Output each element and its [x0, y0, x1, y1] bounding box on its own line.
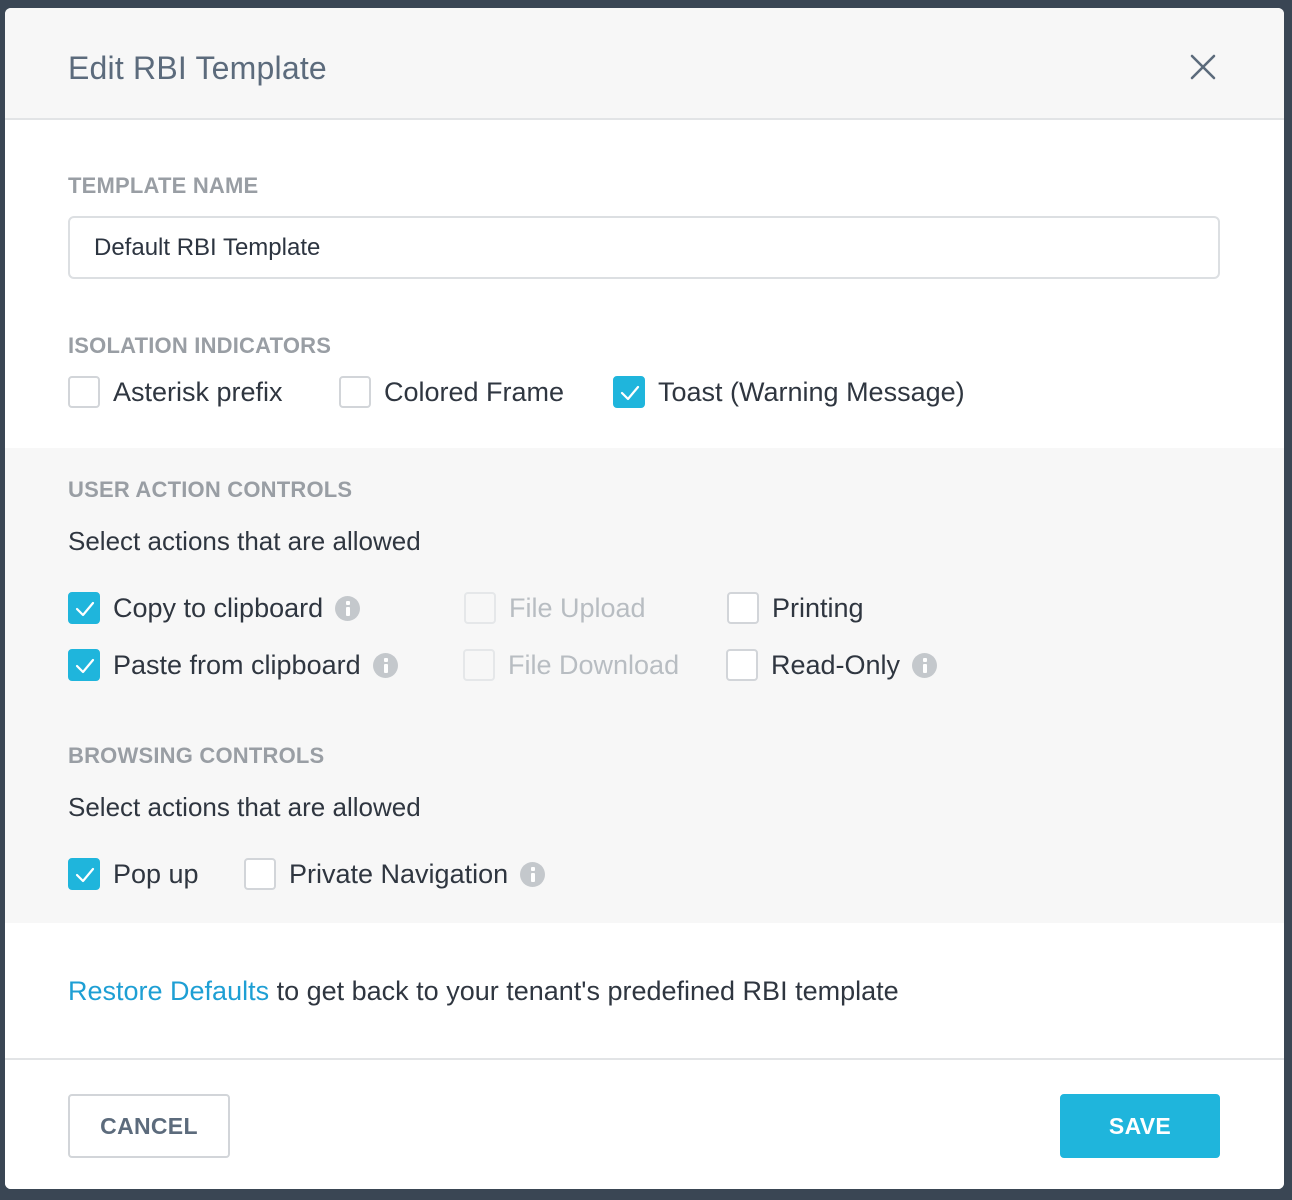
paste-from-clipboard-checkbox-box[interactable]: [68, 649, 100, 681]
info-icon[interactable]: [372, 652, 398, 678]
file-upload-label: File Upload: [509, 592, 646, 623]
toast-warning-label: Toast (Warning Message): [658, 376, 965, 407]
info-icon[interactable]: [520, 861, 546, 887]
paste-from-clipboard-checkbox[interactable]: Paste from clipboard: [68, 649, 398, 681]
browsing-controls-label: BROWSING CONTROLS: [68, 743, 325, 768]
dialog-footer: CANCEL SAVE: [5, 1058, 1284, 1189]
asterisk-prefix-checkbox-box[interactable]: [68, 376, 100, 408]
printing-checkbox-box[interactable]: [727, 592, 759, 624]
colored-frame-checkbox-box[interactable]: [339, 376, 371, 408]
restore-defaults-text: Restore Defaults to get back to your ten…: [68, 976, 899, 1007]
asterisk-prefix-checkbox[interactable]: Asterisk prefix: [68, 376, 283, 408]
template-name-label: TEMPLATE NAME: [68, 173, 259, 198]
checkmark-icon: [75, 601, 95, 617]
controls-panel: USER ACTION CONTROLS Select actions that…: [5, 448, 1284, 923]
read-only-label: Read-Only: [771, 649, 901, 680]
read-only-checkbox-box[interactable]: [726, 649, 758, 681]
file-upload-checkbox[interactable]: File Upload: [464, 592, 646, 624]
template-name-input[interactable]: [68, 216, 1220, 279]
pop-up-checkbox-box[interactable]: [68, 858, 100, 890]
pop-up-checkbox[interactable]: Pop up: [68, 858, 199, 890]
printing-label: Printing: [772, 592, 864, 623]
file-download-label: File Download: [508, 649, 680, 680]
file-upload-checkbox-box[interactable]: [464, 592, 496, 624]
user-action-controls-label: USER ACTION CONTROLS: [68, 477, 353, 502]
colored-frame-checkbox[interactable]: Colored Frame: [339, 376, 564, 408]
browsing-helper-text: Select actions that are allowed: [68, 792, 421, 822]
dialog-header: Edit RBI Template: [5, 8, 1284, 120]
user-action-helper-text: Select actions that are allowed: [68, 526, 421, 556]
edit-rbi-template-dialog: Edit RBI Template TEMPLATE NAME ISOLATIO…: [5, 8, 1284, 1189]
info-icon[interactable]: [912, 652, 938, 678]
cancel-button[interactable]: CANCEL: [68, 1094, 230, 1158]
toast-warning-checkbox[interactable]: Toast (Warning Message): [613, 376, 965, 408]
colored-frame-label: Colored Frame: [384, 376, 565, 407]
pop-up-label: Pop up: [113, 858, 199, 889]
restore-defaults-description: to get back to your tenant's predefined …: [269, 976, 899, 1006]
private-navigation-checkbox[interactable]: Private Navigation: [244, 858, 546, 890]
copy-to-clipboard-label: Copy to clipboard: [113, 592, 324, 623]
copy-to-clipboard-checkbox[interactable]: Copy to clipboard: [68, 592, 361, 624]
file-download-checkbox[interactable]: File Download: [463, 649, 679, 681]
save-button[interactable]: SAVE: [1060, 1094, 1220, 1158]
close-button[interactable]: [1188, 52, 1218, 82]
toast-warning-checkbox-box[interactable]: [613, 376, 645, 408]
printing-checkbox[interactable]: Printing: [727, 592, 864, 624]
isolation-indicators-label: ISOLATION INDICATORS: [68, 333, 332, 358]
private-navigation-checkbox-box[interactable]: [244, 858, 276, 890]
paste-from-clipboard-label: Paste from clipboard: [113, 649, 361, 680]
read-only-checkbox[interactable]: Read-Only: [726, 649, 938, 681]
checkmark-icon: [75, 867, 95, 883]
private-navigation-label: Private Navigation: [289, 858, 509, 889]
dialog-title: Edit RBI Template: [68, 50, 327, 86]
checkmark-icon: [620, 385, 640, 401]
info-icon[interactable]: [335, 595, 361, 621]
close-icon: [1190, 54, 1216, 80]
checkmark-icon: [75, 658, 95, 674]
file-download-checkbox-box[interactable]: [463, 649, 495, 681]
copy-to-clipboard-checkbox-box[interactable]: [68, 592, 100, 624]
restore-defaults-link[interactable]: Restore Defaults: [68, 976, 269, 1006]
asterisk-prefix-label: Asterisk prefix: [113, 376, 283, 407]
